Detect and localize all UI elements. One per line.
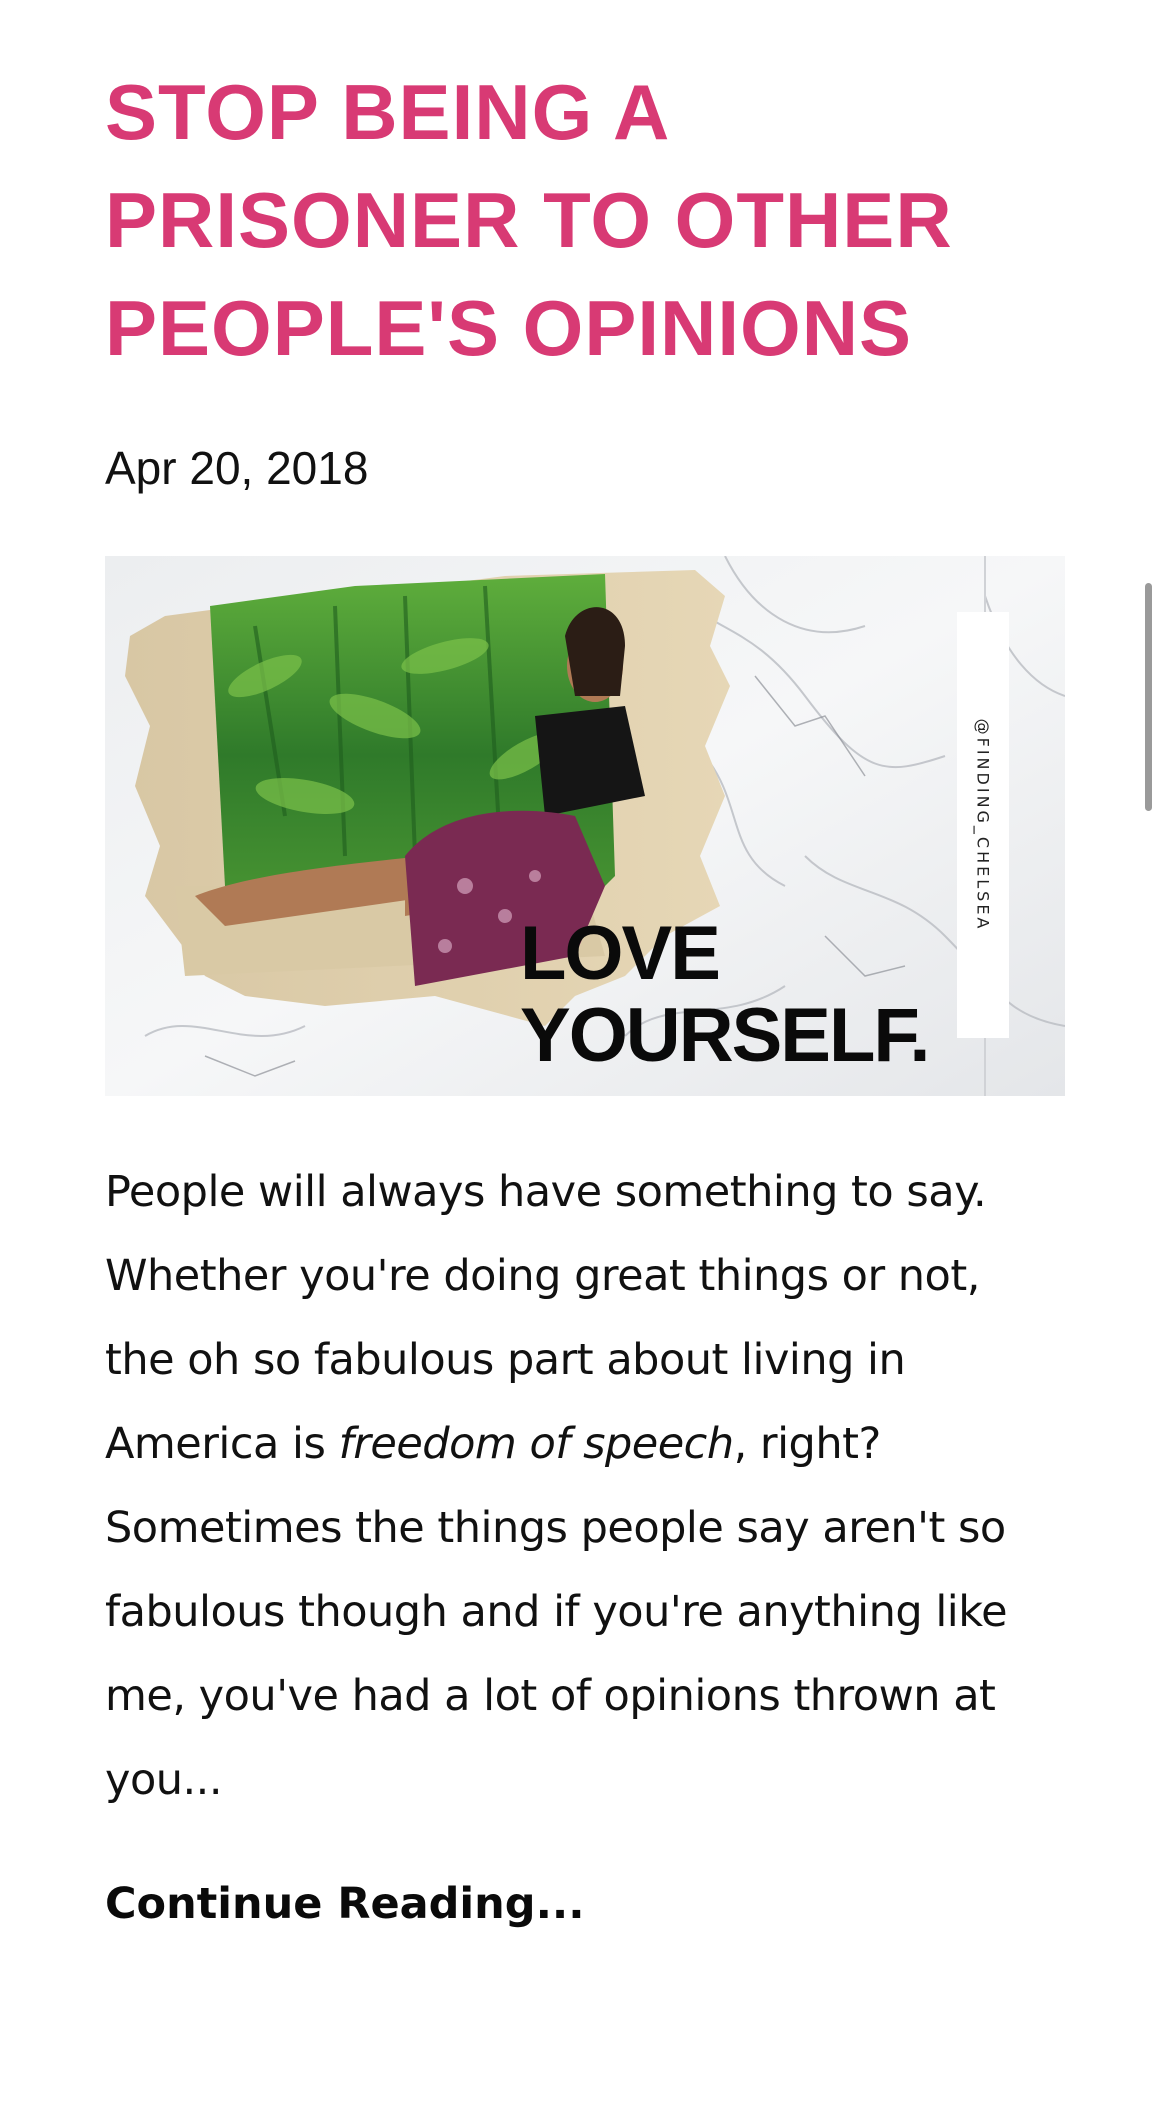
post-title-line[interactable]: STOP BEING A [105,58,1065,166]
excerpt-line: America is freedom of speech, right? [105,1402,1085,1486]
post-title-line[interactable]: PEOPLE'S OPINIONS [105,274,1065,382]
excerpt-emphasis: freedom of speech [338,1419,735,1469]
excerpt-line: Sometimes the things people say aren't s… [105,1503,1006,1553]
post-title-line[interactable]: PRISONER TO OTHER [105,166,1065,274]
post-featured-image[interactable]: @FINDING_CHELSEA LOVE YOURSELF. [105,556,1065,1096]
excerpt-line: People will always have something to say… [105,1167,987,1217]
post-title[interactable]: STOP BEING A PRISONER TO OTHER PEOPLE'S … [105,58,1065,382]
excerpt-text: , right? [733,1419,882,1469]
image-handle-text: @FINDING_CHELSEA [973,718,993,932]
post-date: Apr 20, 2018 [105,442,369,494]
excerpt-line: you... [105,1755,223,1805]
continue-reading-link[interactable]: Continue Reading... [105,1874,585,1934]
post-excerpt: People will always have something to say… [105,1150,1085,1822]
image-handle-strip: @FINDING_CHELSEA [957,612,1009,1038]
excerpt-line: the oh so fabulous part about living in [105,1335,906,1385]
image-overlay-text: LOVE [520,911,721,996]
excerpt-line: Whether you're doing great things or not… [105,1251,980,1301]
blog-post: STOP BEING A PRISONER TO OTHER PEOPLE'S … [105,0,1065,1929]
excerpt-line: fabulous though and if you're anything l… [105,1587,1008,1637]
excerpt-text: America is [105,1419,339,1469]
excerpt-line: me, you've had a lot of opinions thrown … [105,1671,996,1721]
image-overlay-text: YOURSELF. [520,993,930,1078]
scrollbar-thumb[interactable] [1145,583,1152,811]
